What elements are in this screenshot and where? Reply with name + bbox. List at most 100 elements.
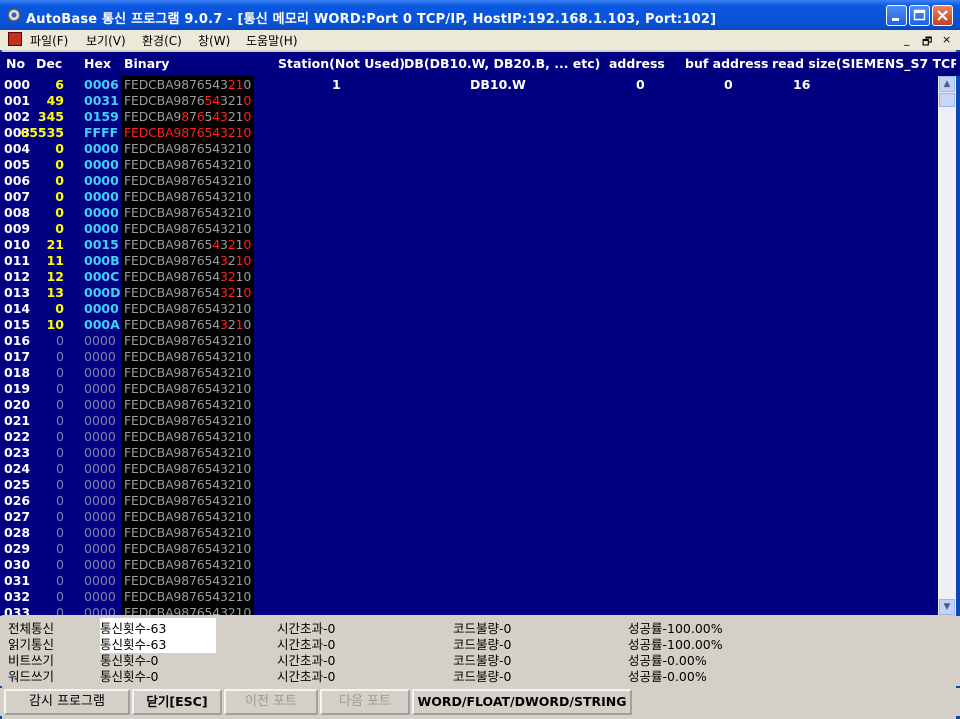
table-row[interactable]: 014 0 0000 FEDCBA9876543210 bbox=[0, 301, 254, 317]
row-dec-value: 0 bbox=[56, 589, 64, 604]
next-port-button[interactable]: 다음 포트 bbox=[320, 689, 410, 715]
table-row[interactable]: 019 0 0000 FEDCBA9876543210 bbox=[0, 381, 254, 397]
maximize-icon bbox=[913, 9, 926, 21]
row-dec-value: 0 bbox=[56, 493, 64, 508]
config-buf-address[interactable]: 0 bbox=[724, 77, 733, 92]
row-dec-value: 0 bbox=[56, 509, 64, 524]
table-row[interactable]: 030 0 0000 FEDCBA9876543210 bbox=[0, 557, 254, 573]
row-dec-value: 0 bbox=[56, 605, 64, 615]
table-row[interactable]: 017 0 0000 FEDCBA9876543210 bbox=[0, 349, 254, 365]
table-row[interactable]: 007 0 0000 FEDCBA9876543210 bbox=[0, 189, 254, 205]
row-hex-value: 0000 bbox=[84, 429, 116, 444]
table-row[interactable]: 001 49 0031 FEDCBA9876543210 bbox=[0, 93, 254, 109]
table-row[interactable]: 011 11 000B FEDCBA9876543210 bbox=[0, 253, 254, 269]
row-binary-bits: FEDCBA9876543210 bbox=[124, 77, 252, 92]
scroll-thumb[interactable] bbox=[939, 93, 955, 107]
row-binary-bits: FEDCBA9876543210 bbox=[124, 509, 252, 524]
config-read-size[interactable]: 16 bbox=[793, 77, 810, 92]
row-binary-bits: FEDCBA9876543210 bbox=[124, 333, 252, 348]
table-row[interactable]: 004 0 0000 FEDCBA9876543210 bbox=[0, 141, 254, 157]
table-row[interactable]: 010 21 0015 FEDCBA9876543210 bbox=[0, 237, 254, 253]
table-row[interactable]: 027 0 0000 FEDCBA9876543210 bbox=[0, 509, 254, 525]
memory-grid[interactable]: 000 6 0006 FEDCBA9876543210 001 49 0031 FEDCBA9… bbox=[0, 76, 938, 615]
table-row[interactable]: 032 0 0000 FEDCBA9876543210 bbox=[0, 589, 254, 605]
prev-port-button[interactable]: 이전 포트 bbox=[224, 689, 318, 715]
table-row[interactable]: 013 13 000D FEDCBA9876543210 bbox=[0, 285, 254, 301]
title-bar[interactable]: AutoBase 통신 프로그램 9.0.7 - [통신 메모리 WORD:Po… bbox=[0, 0, 960, 30]
mdi-close-button[interactable]: × bbox=[942, 33, 951, 46]
table-row[interactable]: 024 0 0000 FEDCBA9876543210 bbox=[0, 461, 254, 477]
vertical-scrollbar[interactable]: ▲ ▼ bbox=[938, 76, 956, 615]
table-row[interactable]: 023 0 0000 FEDCBA9876543210 bbox=[0, 445, 254, 461]
config-address[interactable]: 0 bbox=[636, 77, 645, 92]
scroll-up-button[interactable]: ▲ bbox=[939, 76, 955, 92]
row-hex-value: 0000 bbox=[84, 541, 116, 556]
table-row[interactable]: 016 0 0000 FEDCBA9876543210 bbox=[0, 333, 254, 349]
menu-config[interactable]: 환경(C) bbox=[142, 32, 182, 49]
menu-file[interactable]: 파일(F) bbox=[30, 32, 68, 49]
table-row[interactable]: 020 0 0000 FEDCBA9876543210 bbox=[0, 397, 254, 413]
mdi-restore-button[interactable]: 🗗 bbox=[922, 33, 932, 52]
table-row[interactable]: 002 345 0159 FEDCBA9876543210 bbox=[0, 109, 254, 125]
table-row[interactable]: 018 0 0000 FEDCBA9876543210 bbox=[0, 365, 254, 381]
row-hex-value: 0000 bbox=[84, 461, 116, 476]
table-row[interactable]: 009 0 0000 FEDCBA9876543210 bbox=[0, 221, 254, 237]
mdi-minimize-button[interactable]: _ bbox=[904, 33, 910, 46]
stats-panel: 전체통신 통신횟수-63 시간초과-0 코드불량-0 성공률-100.00% 읽… bbox=[0, 616, 960, 686]
table-row[interactable]: 026 0 0000 FEDCBA9876543210 bbox=[0, 493, 254, 509]
table-row[interactable]: 012 12 000C FEDCBA9876543210 bbox=[0, 269, 254, 285]
button-bar: 감시 프로그램 닫기[ESC] 이전 포트 다음 포트 WORD/FLOAT/D… bbox=[0, 688, 960, 716]
monitor-program-button[interactable]: 감시 프로그램 bbox=[4, 689, 130, 715]
row-dec-value: 0 bbox=[56, 429, 64, 444]
table-row[interactable]: 021 0 0000 FEDCBA9876543210 bbox=[0, 413, 254, 429]
row-dec-value: 0 bbox=[56, 333, 64, 348]
row-hex-value: 0000 bbox=[84, 205, 119, 220]
maximize-button[interactable] bbox=[909, 5, 930, 26]
table-row[interactable]: 005 0 0000 FEDCBA9876543210 bbox=[0, 157, 254, 173]
row-binary-bits: FEDCBA9876543210 bbox=[124, 365, 252, 380]
row-dec-value: 0 bbox=[55, 157, 64, 172]
table-row[interactable]: 000 6 0006 FEDCBA9876543210 bbox=[0, 77, 254, 93]
row-binary-bits: FEDCBA9876543210 bbox=[124, 301, 252, 316]
menu-help[interactable]: 도움말(H) bbox=[246, 32, 298, 49]
table-row[interactable]: 006 0 0000 FEDCBA9876543210 bbox=[0, 173, 254, 189]
stats-row-word-write: 워드쓰기 통신횟수-0 시간초과-0 코드불량-0 성공률-0.00% bbox=[0, 666, 960, 684]
row-hex-value: 0031 bbox=[84, 93, 119, 108]
table-row[interactable]: 022 0 0000 FEDCBA9876543210 bbox=[0, 429, 254, 445]
row-hex-value: 0159 bbox=[84, 109, 119, 124]
scroll-down-button[interactable]: ▼ bbox=[939, 599, 955, 615]
table-row[interactable]: 003 65535 FFFF FEDCBA9876543210 bbox=[0, 125, 254, 141]
row-hex-value: 0000 bbox=[84, 493, 116, 508]
row-hex-value: 0000 bbox=[84, 221, 119, 236]
row-hex-value: 0000 bbox=[84, 525, 116, 540]
header-buf-address: buf address bbox=[685, 56, 769, 71]
minimize-button[interactable] bbox=[886, 5, 907, 26]
row-hex-value: 000D bbox=[84, 285, 121, 300]
table-row[interactable]: 033 0 0000 FEDCBA9876543210 bbox=[0, 605, 254, 615]
row-dec-value: 12 bbox=[46, 269, 64, 284]
row-hex-value: 0000 bbox=[84, 365, 116, 380]
header-no: No bbox=[6, 56, 26, 71]
row-dec-value: 345 bbox=[37, 109, 64, 124]
table-row[interactable]: 025 0 0000 FEDCBA9876543210 bbox=[0, 477, 254, 493]
table-row[interactable]: 029 0 0000 FEDCBA9876543210 bbox=[0, 541, 254, 557]
row-hex-value: 0000 bbox=[84, 173, 119, 188]
document-icon[interactable] bbox=[8, 32, 22, 46]
menu-view[interactable]: 보기(V) bbox=[86, 32, 126, 49]
row-binary-bits: FEDCBA9876543210 bbox=[124, 525, 252, 540]
row-binary-bits: FEDCBA9876543210 bbox=[124, 397, 252, 412]
data-type-mode-button[interactable]: WORD/FLOAT/DWORD/STRING bbox=[412, 689, 632, 715]
config-db[interactable]: DB10.W bbox=[470, 77, 526, 92]
close-esc-button[interactable]: 닫기[ESC] bbox=[132, 689, 222, 715]
table-row[interactable]: 015 10 000A FEDCBA9876543210 bbox=[0, 317, 254, 333]
table-row[interactable]: 028 0 0000 FEDCBA9876543210 bbox=[0, 525, 254, 541]
app-gear-icon[interactable] bbox=[6, 7, 22, 23]
row-dec-value: 0 bbox=[56, 445, 64, 460]
table-row[interactable]: 008 0 0000 FEDCBA9876543210 bbox=[0, 205, 254, 221]
menu-window[interactable]: 창(W) bbox=[198, 32, 230, 49]
table-row[interactable]: 031 0 0000 FEDCBA9876543210 bbox=[0, 573, 254, 589]
close-window-button[interactable] bbox=[932, 5, 953, 26]
stats-label: 워드쓰기 bbox=[8, 669, 55, 684]
row-hex-value: 0000 bbox=[84, 605, 116, 615]
config-station[interactable]: 1 bbox=[332, 77, 341, 92]
